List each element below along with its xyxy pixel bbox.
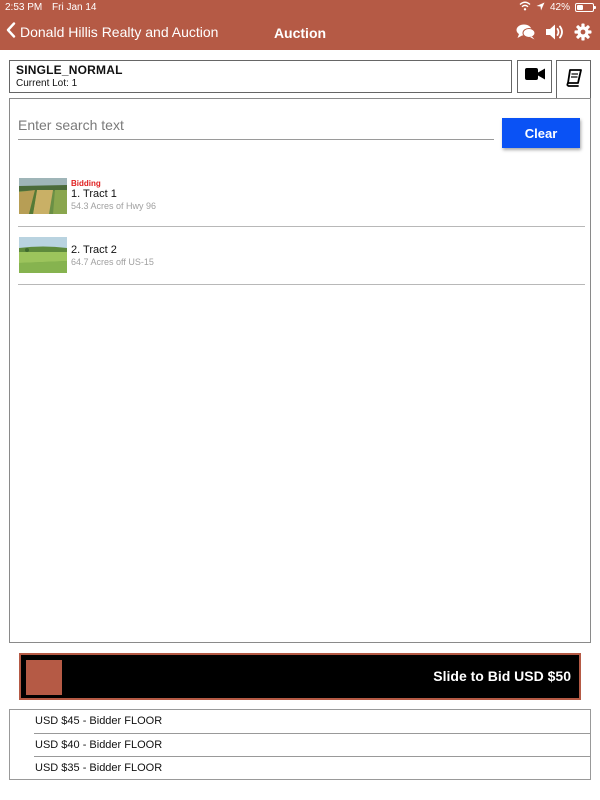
chat-icon[interactable] [516, 23, 536, 41]
bid-history: USD $45 - Bidder FLOOR USD $40 - Bidder … [9, 709, 591, 780]
lot-thumbnail [19, 237, 67, 273]
search-input[interactable] [18, 110, 494, 140]
auction-name: SINGLE_NORMAL [16, 63, 123, 77]
lot-row[interactable]: Bidding 1. Tract 1 54.3 Acres of Hwy 96 [18, 171, 585, 227]
lot-title: 2. Tract 2 [71, 244, 117, 256]
battery-icon [575, 3, 596, 12]
clear-button[interactable]: Clear [502, 118, 580, 148]
back-label: Donald Hillis Realty and Auction [20, 23, 219, 40]
lot-text: Bidding 1. Tract 1 54.3 Acres of Hwy 96 [71, 179, 156, 211]
gear-icon[interactable] [574, 23, 592, 41]
catalog-tab[interactable] [556, 60, 591, 99]
lot-title: 1. Tract 1 [71, 188, 117, 200]
wifi-icon [519, 1, 531, 14]
lot-subtitle: 64.7 Acres off US-15 [71, 257, 154, 267]
lot-row[interactable]: 2. Tract 2 64.7 Acres off US-15 [18, 227, 585, 285]
location-icon [536, 2, 545, 14]
battery-percent: 42% [549, 2, 570, 13]
auction-info: SINGLE_NORMAL Current Lot: 1 [9, 60, 512, 93]
book-icon [565, 68, 582, 92]
bid-history-row: USD $40 - Bidder FLOOR [34, 734, 590, 757]
status-right: 42% [519, 1, 596, 14]
bid-history-row: USD $35 - Bidder FLOOR [35, 762, 163, 774]
nav-bar: Donald Hillis Realty and Auction Auction [0, 16, 600, 50]
lot-status-badge: Bidding [71, 179, 101, 188]
lot-thumbnail [19, 178, 67, 214]
lot-text: 2. Tract 2 64.7 Acres off US-15 [71, 244, 154, 267]
lot-subtitle: 54.3 Acres of Hwy 96 [71, 201, 157, 211]
video-camera-icon [524, 67, 545, 86]
nav-actions [516, 23, 592, 41]
status-bar: 2:53 PM Fri Jan 14 42% [0, 0, 600, 16]
current-lot: Current Lot: 1 [16, 78, 78, 89]
slide-to-bid[interactable]: Slide to Bid USD $50 [19, 653, 581, 700]
video-tab[interactable] [517, 60, 552, 93]
back-button[interactable]: Donald Hillis Realty and Auction [6, 22, 218, 41]
speaker-icon[interactable] [545, 23, 565, 41]
top-bar: 2:53 PM Fri Jan 14 42% Donald Hillis Rea… [0, 0, 600, 50]
slider-label: Slide to Bid USD $50 [433, 668, 571, 684]
bid-history-row: USD $45 - Bidder FLOOR [34, 710, 590, 734]
slider-handle[interactable] [26, 660, 62, 695]
status-time: 2:53 PM [5, 2, 43, 13]
chevron-left-icon [6, 22, 16, 41]
status-date: Fri Jan 14 [52, 2, 97, 13]
